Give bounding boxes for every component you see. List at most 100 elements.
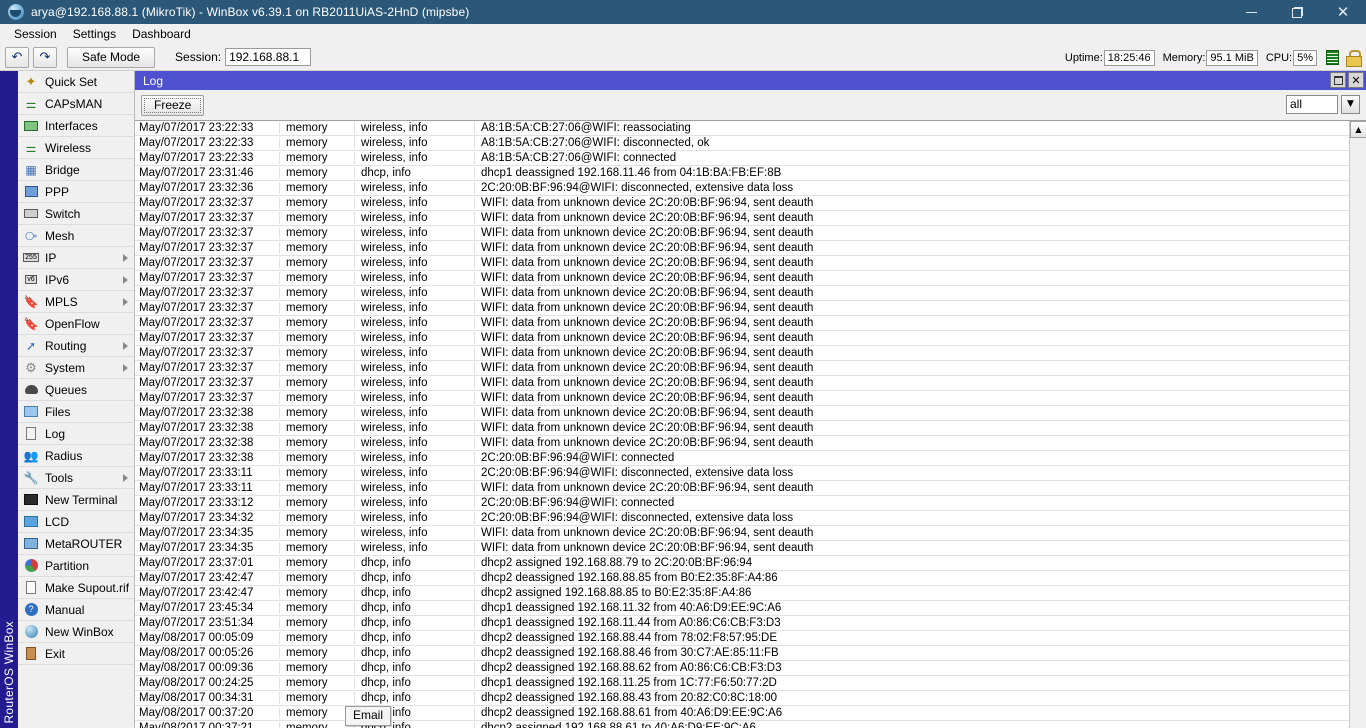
undo-button[interactable]: ↶ bbox=[5, 46, 29, 68]
log-row[interactable]: May/07/2017 23:32:38 memory wireless, info… bbox=[135, 421, 1349, 436]
sidebar-item-system[interactable]: ⚙ System bbox=[18, 357, 134, 379]
log-row[interactable]: May/07/2017 23:32:37 memory wireless, info… bbox=[135, 256, 1349, 271]
log-row[interactable]: May/07/2017 23:32:37 memory wireless, info… bbox=[135, 316, 1349, 331]
minimize-button[interactable] bbox=[1228, 0, 1274, 24]
log-row[interactable]: May/07/2017 23:33:11 memory wireless, info… bbox=[135, 481, 1349, 496]
sidebar-item-manual[interactable]: ? Manual bbox=[18, 599, 134, 621]
log-row[interactable]: May/07/2017 23:32:37 memory wireless, info… bbox=[135, 301, 1349, 316]
sidebar-item-wireless[interactable]: ⚌ Wireless bbox=[18, 137, 134, 159]
log-row[interactable]: May/07/2017 23:31:46 memory dhcp, info dhcp… bbox=[135, 166, 1349, 181]
log-filter-dropdown-button[interactable]: ▼ bbox=[1341, 95, 1360, 114]
log-row[interactable]: May/08/2017 00:24:25 memory dhcp, info dhcp… bbox=[135, 676, 1349, 691]
log-row[interactable]: May/07/2017 23:32:38 memory wireless, info… bbox=[135, 436, 1349, 451]
log-row[interactable]: May/07/2017 23:32:37 memory wireless, info… bbox=[135, 226, 1349, 241]
log-row[interactable]: May/07/2017 23:34:35 memory wireless, info… bbox=[135, 541, 1349, 556]
sidebar-item-mpls[interactable]: 🔖 MPLS bbox=[18, 291, 134, 313]
scroll-up-arrow-icon[interactable]: ▲ bbox=[1350, 121, 1366, 138]
antenna-icon: ⚌ bbox=[25, 96, 37, 111]
log-row[interactable]: May/08/2017 00:37:21memorydhcp, infodhcp… bbox=[135, 721, 1349, 728]
log-restore-button[interactable] bbox=[1330, 72, 1346, 88]
log-row[interactable]: May/07/2017 23:22:33 memory wireless, info… bbox=[135, 121, 1349, 136]
sidebar-item-mesh[interactable]: ⧂ Mesh bbox=[18, 225, 134, 247]
log-row[interactable]: May/07/2017 23:32:37 memory wireless, info… bbox=[135, 241, 1349, 256]
sidebar-item-label: Queues bbox=[45, 382, 88, 397]
tools-icon: 🔧 bbox=[23, 470, 39, 485]
log-row[interactable]: May/07/2017 23:32:36 memory wireless, info… bbox=[135, 181, 1349, 196]
menu-item-settings[interactable]: Settings bbox=[65, 25, 124, 43]
log-cell-time: May/08/2017 00:05:26 bbox=[135, 647, 280, 659]
log-row[interactable]: May/07/2017 23:32:38 memory wireless, info… bbox=[135, 406, 1349, 421]
sidebar-item-switch[interactable]: Switch bbox=[18, 203, 134, 225]
sidebar-item-bridge[interactable]: ▦ Bridge bbox=[18, 159, 134, 181]
log-row[interactable]: May/07/2017 23:32:37 memory wireless, info… bbox=[135, 286, 1349, 301]
menu-item-session[interactable]: Session bbox=[6, 25, 65, 43]
log-row[interactable]: May/08/2017 00:05:09 memory dhcp, info dhcp… bbox=[135, 631, 1349, 646]
log-row[interactable]: May/07/2017 23:37:01 memory dhcp, info dhcp… bbox=[135, 556, 1349, 571]
log-row[interactable]: May/07/2017 23:45:34 memory dhcp, info dhcp… bbox=[135, 601, 1349, 616]
log-cell-time: May/07/2017 23:22:33 bbox=[135, 137, 280, 149]
sidebar-item-tools[interactable]: 🔧 Tools bbox=[18, 467, 134, 489]
log-close-button[interactable]: ✕ bbox=[1348, 72, 1364, 88]
sidebar-item-new-winbox[interactable]: New WinBox bbox=[18, 621, 134, 643]
log-row[interactable]: May/07/2017 23:32:37 memory wireless, info… bbox=[135, 331, 1349, 346]
log-cell-time: May/07/2017 23:32:38 bbox=[135, 422, 280, 434]
log-row[interactable]: May/08/2017 00:37:20memorydhcp, infodhcp… bbox=[135, 706, 1349, 721]
winbox-globe-icon bbox=[23, 624, 39, 640]
log-row[interactable]: May/07/2017 23:33:12 memory wireless, info… bbox=[135, 496, 1349, 511]
sidebar-item-capsman[interactable]: ⚌ CAPsMAN bbox=[18, 93, 134, 115]
sidebar-item-metarouter[interactable]: MetaROUTER bbox=[18, 533, 134, 555]
sidebar-item-radius[interactable]: 👥 Radius bbox=[18, 445, 134, 467]
sidebar-item-ppp[interactable]: PPP bbox=[18, 181, 134, 203]
log-row[interactable]: May/07/2017 23:32:37 memory wireless, info… bbox=[135, 361, 1349, 376]
log-row[interactable]: May/07/2017 23:42:47 memory dhcp, info dhcp… bbox=[135, 586, 1349, 601]
log-row[interactable]: May/07/2017 23:34:35 memory wireless, info… bbox=[135, 526, 1349, 541]
log-row[interactable]: May/07/2017 23:32:37 memory wireless, info… bbox=[135, 391, 1349, 406]
log-cell-time: May/07/2017 23:33:11 bbox=[135, 467, 280, 479]
sidebar-item-queues[interactable]: Queues bbox=[18, 379, 134, 401]
log-cell-time: May/07/2017 23:32:37 bbox=[135, 197, 280, 209]
log-row[interactable]: May/07/2017 23:22:33 memory wireless, info… bbox=[135, 136, 1349, 151]
log-row[interactable]: May/07/2017 23:32:38 memory wireless, info… bbox=[135, 451, 1349, 466]
log-cell-buffer: memory bbox=[280, 527, 355, 539]
sidebar-item-partition[interactable]: Partition bbox=[18, 555, 134, 577]
log-filter-input[interactable]: all bbox=[1286, 95, 1338, 114]
log-row[interactable]: May/07/2017 23:51:34 memory dhcp, info dhcp… bbox=[135, 616, 1349, 631]
log-row[interactable]: May/07/2017 23:32:37 memory wireless, info… bbox=[135, 271, 1349, 286]
log-vertical-scrollbar[interactable]: ▲ bbox=[1349, 121, 1366, 728]
log-row[interactable]: May/08/2017 00:05:26 memory dhcp, info dhcp… bbox=[135, 646, 1349, 661]
sidebar-item-quick-set[interactable]: ✦ Quick Set bbox=[18, 71, 134, 93]
log-row[interactable]: May/08/2017 00:34:31 memory dhcp, info dhcp… bbox=[135, 691, 1349, 706]
log-row[interactable]: May/07/2017 23:42:47 memory dhcp, info dhcp… bbox=[135, 571, 1349, 586]
session-input[interactable]: 192.168.88.1 bbox=[225, 48, 312, 66]
sidebar-item-files[interactable]: Files bbox=[18, 401, 134, 423]
sidebar-item-interfaces[interactable]: Interfaces bbox=[18, 115, 134, 137]
sidebar-item-ip[interactable]: 255 IP bbox=[18, 247, 134, 269]
log-row[interactable]: May/07/2017 23:32:37 memory wireless, info… bbox=[135, 196, 1349, 211]
redo-button[interactable]: ↷ bbox=[33, 46, 57, 68]
sidebar-item-openflow[interactable]: 🔖 OpenFlow bbox=[18, 313, 134, 335]
log-row[interactable]: May/07/2017 23:32:37 memory wireless, info… bbox=[135, 376, 1349, 391]
sidebar-item-new-terminal[interactable]: New Terminal bbox=[18, 489, 134, 511]
log-row[interactable]: May/07/2017 23:22:33 memory wireless, info… bbox=[135, 151, 1349, 166]
sidebar-item-make-supout-rif[interactable]: Make Supout.rif bbox=[18, 577, 134, 599]
log-table[interactable]: May/07/2017 23:22:33 memory wireless, info… bbox=[135, 121, 1349, 728]
log-row[interactable]: May/07/2017 23:32:37 memory wireless, info… bbox=[135, 346, 1349, 361]
safe-mode-button[interactable]: Safe Mode bbox=[67, 46, 156, 68]
log-row[interactable]: May/07/2017 23:34:32 memory wireless, info… bbox=[135, 511, 1349, 526]
sidebar-item-lcd[interactable]: LCD bbox=[18, 511, 134, 533]
sidebar-item-exit[interactable]: Exit bbox=[18, 643, 134, 665]
sidebar-item-ipv6[interactable]: v6 IPv6 bbox=[18, 269, 134, 291]
sidebar-item-log[interactable]: Log bbox=[18, 423, 134, 445]
log-cell-buffer: memory bbox=[280, 137, 355, 149]
sidebar-item-routing[interactable]: ➚ Routing bbox=[18, 335, 134, 357]
menu-item-dashboard[interactable]: Dashboard bbox=[124, 25, 199, 43]
sidebar-item-label: Switch bbox=[45, 206, 81, 221]
log-cell-time: May/07/2017 23:32:37 bbox=[135, 242, 280, 254]
log-row[interactable]: May/08/2017 00:09:36 memory dhcp, info dhcp… bbox=[135, 661, 1349, 676]
maximize-button[interactable] bbox=[1274, 0, 1320, 24]
sidebar-item-label: Partition bbox=[45, 558, 90, 573]
freeze-button[interactable]: Freeze bbox=[141, 94, 205, 116]
log-row[interactable]: May/07/2017 23:32:37 memory wireless, info… bbox=[135, 211, 1349, 226]
log-row[interactable]: May/07/2017 23:33:11 memory wireless, info… bbox=[135, 466, 1349, 481]
close-button[interactable]: ✕ bbox=[1320, 0, 1366, 24]
